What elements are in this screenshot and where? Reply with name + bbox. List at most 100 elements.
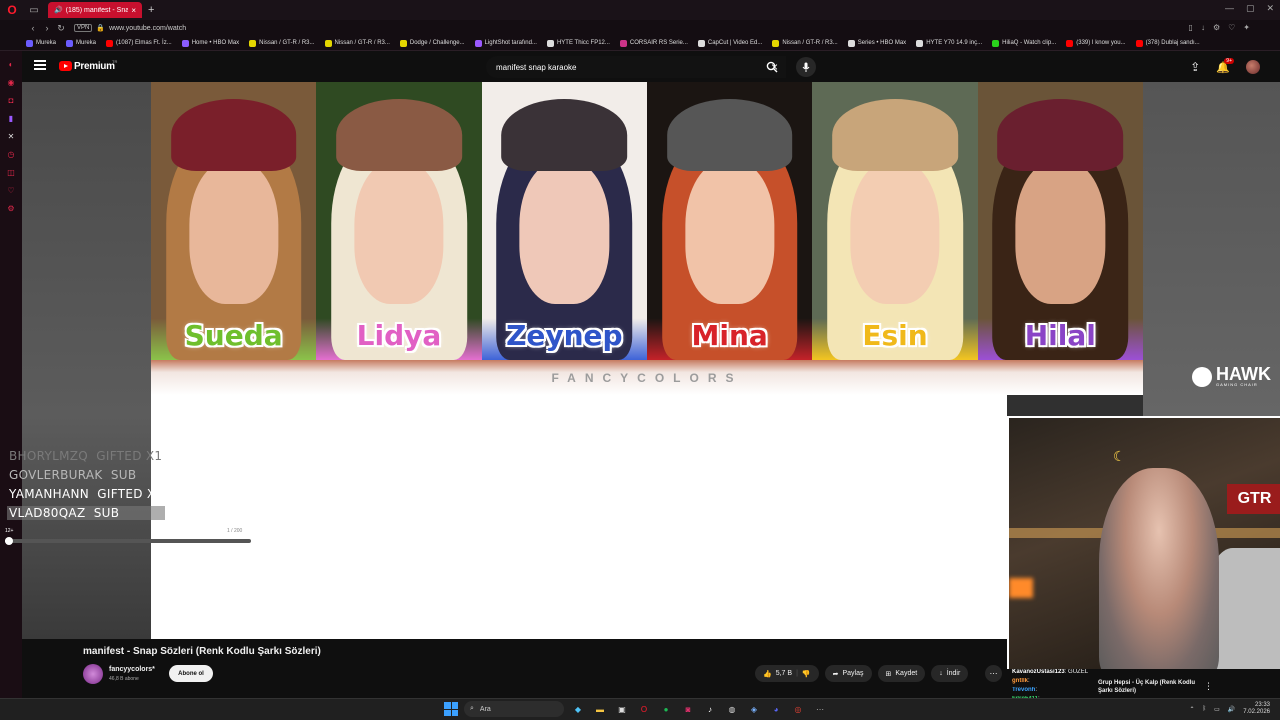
character-name: Mina: [691, 319, 768, 352]
clock[interactable]: 23:33 7.02.2026: [1243, 702, 1270, 716]
bookmark-item[interactable]: Dodge / Challenge...: [399, 39, 465, 47]
aria-icon[interactable]: ◐: [6, 59, 16, 69]
subscribe-button[interactable]: Abone ol: [169, 665, 213, 682]
bookmark-item[interactable]: HYTE Y70 14.9 inç...: [916, 39, 982, 47]
notifications-button[interactable]: 🔔 9+: [1216, 57, 1234, 74]
vpn-taskbar-icon[interactable]: ◈: [746, 701, 762, 717]
bookmark-item[interactable]: Nissan / GT-R / R3...: [249, 39, 315, 47]
more-apps-icon[interactable]: ⋯: [812, 701, 828, 717]
messenger-icon[interactable]: ◉: [6, 77, 16, 87]
share-button[interactable]: ➦ Paylaş: [824, 665, 872, 682]
bookmark-item[interactable]: Mureka: [26, 39, 56, 47]
recommended-more-icon[interactable]: ⋮: [1204, 681, 1213, 692]
taskbar-apps: ⌕ Ara ◆ ▬ ▣ O ● ◙ ♪ ◍ ◈ ◕ ◎ ⋯: [444, 701, 828, 717]
bookmark-item[interactable]: Series • HBO Max: [847, 39, 906, 47]
bookmark-item[interactable]: CORSAIR RS Serie...: [619, 39, 688, 47]
character-name: Lidya: [356, 319, 442, 352]
tab-youtube[interactable]: 🔊 (185) manifest - Snap ×: [48, 2, 142, 18]
search-input[interactable]: [496, 62, 771, 72]
search-button[interactable]: [760, 56, 784, 78]
bookmark-item[interactable]: Home • HBO Max: [181, 39, 239, 47]
bookmark-item[interactable]: (1087) Elmas Ft. İz...: [106, 39, 172, 47]
pinboard-icon[interactable]: ◫: [6, 167, 16, 177]
minimize-icon[interactable]: —: [1225, 3, 1234, 14]
settings-icon[interactable]: ⚙: [6, 203, 16, 213]
upload-icon[interactable]: ⇪: [1190, 60, 1200, 74]
bluetooth-icon[interactable]: ᛒ: [1203, 706, 1207, 712]
clock-time: 23:33: [1254, 702, 1270, 708]
tiktok-icon[interactable]: ♪: [702, 701, 718, 717]
x-icon[interactable]: ✕: [6, 131, 16, 141]
obs-icon[interactable]: ◍: [724, 701, 740, 717]
vpn-badge[interactable]: VPN: [74, 24, 93, 32]
brand-region: TR: [112, 59, 118, 64]
bookmark-item[interactable]: (378) Dublaj sandı...: [1135, 39, 1200, 47]
channel-avatar[interactable]: [83, 664, 103, 684]
opera-logo-icon[interactable]: O: [0, 0, 24, 20]
url-field[interactable]: www.youtube.com/watch: [109, 25, 186, 32]
share-label: Paylaş: [842, 670, 864, 677]
history-icon[interactable]: ◷: [6, 149, 16, 159]
instagram-icon[interactable]: ◘: [6, 95, 16, 105]
copilot-icon[interactable]: ◆: [570, 701, 586, 717]
ai-icon[interactable]: ✦: [1243, 23, 1250, 32]
spotify-icon[interactable]: ●: [658, 701, 674, 717]
recommended-video[interactable]: Grup Hepsi - Üç Kalp (Renk Kodlu Şarkı S…: [1098, 679, 1208, 695]
bookmark-item[interactable]: (339) I know you...: [1066, 39, 1126, 47]
sub-alert-line: YAMANHANN GIFTED X1: [7, 487, 165, 501]
download-button[interactable]: ↓ İndir: [931, 665, 969, 682]
bookmark-item[interactable]: Nissan / GT-R / R3...: [772, 39, 838, 47]
discord-icon[interactable]: ◕: [768, 701, 784, 717]
channel-name[interactable]: fancyycolors*: [109, 666, 155, 673]
bookmark-item[interactable]: Mureka: [66, 39, 96, 47]
download-icon[interactable]: ↓: [1201, 23, 1205, 32]
character-hat: [336, 98, 462, 171]
chrome-icon[interactable]: ◎: [790, 701, 806, 717]
youtube-logo-icon[interactable]: [59, 61, 72, 71]
forward-icon[interactable]: ›: [40, 23, 54, 33]
bookmark-label: LightShot tarafınd...: [484, 40, 537, 46]
file-explorer-icon[interactable]: ▬: [592, 701, 608, 717]
account-avatar[interactable]: [1246, 60, 1260, 74]
new-tab-button[interactable]: +: [148, 4, 154, 16]
maximize-icon[interactable]: ▢: [1246, 3, 1255, 14]
close-window-icon[interactable]: ✕: [1266, 3, 1274, 14]
reload-icon[interactable]: ↻: [54, 23, 68, 34]
store-icon[interactable]: ▣: [614, 701, 630, 717]
workspaces-icon[interactable]: ▭: [27, 3, 41, 17]
tray-expand-icon[interactable]: ⌃: [1190, 706, 1195, 713]
heart-icon[interactable]: ♡: [6, 185, 16, 195]
save-button[interactable]: ⊞ Kaydet: [877, 665, 926, 682]
more-actions-button[interactable]: ⋯: [985, 665, 1002, 682]
opera-taskbar-icon[interactable]: O: [636, 701, 652, 717]
streamer: [1099, 468, 1219, 669]
twitch-icon[interactable]: ▮: [6, 113, 16, 123]
character-hat: [832, 98, 958, 171]
like-button[interactable]: 👍 5,7 B | 👎: [755, 665, 819, 682]
character-face: [1015, 159, 1105, 305]
bookmark-item[interactable]: CapCut | Video Ed...: [697, 39, 762, 47]
extensions-icon[interactable]: ⚙: [1213, 23, 1220, 32]
webcam-lamp: [1009, 578, 1033, 598]
alert-user: GOVLERBURAK: [9, 468, 103, 482]
bookmark-item[interactable]: HiliaQ - Watch clip...: [992, 39, 1056, 47]
back-icon[interactable]: ‹: [26, 23, 40, 33]
screenshot-icon[interactable]: ▯: [1189, 23, 1193, 32]
network-icon[interactable]: ▭: [1214, 706, 1220, 713]
windows-start-icon[interactable]: [444, 702, 458, 716]
bookmark-item[interactable]: HYTE Thicc FP12...: [546, 39, 610, 47]
windows-taskbar: ⌕ Ara ◆ ▬ ▣ O ● ◙ ♪ ◍ ◈ ◕ ◎ ⋯ ⌃ ᛒ ▭ 🔊 23…: [0, 698, 1280, 720]
bookmark-item[interactable]: LightShot tarafınd...: [474, 39, 537, 47]
taskbar-search[interactable]: ⌕ Ara: [464, 701, 564, 717]
voice-search-button[interactable]: [796, 57, 816, 77]
bookmark-icon[interactable]: ♡: [1228, 23, 1235, 32]
instagram-taskbar-icon[interactable]: ◙: [680, 701, 696, 717]
tab-close-icon[interactable]: ×: [131, 6, 136, 15]
thumbs-down-icon[interactable]: 👎: [802, 670, 811, 678]
volume-icon[interactable]: 🔊: [1228, 706, 1235, 713]
bookmark-item[interactable]: Nissan / GT-R / R3...: [324, 39, 390, 47]
moon-lamp-icon: ☾: [1113, 448, 1126, 464]
menu-icon[interactable]: [34, 60, 46, 70]
youtube-brand[interactable]: Premium: [74, 61, 115, 72]
thumbs-up-icon: 👍: [763, 670, 772, 678]
